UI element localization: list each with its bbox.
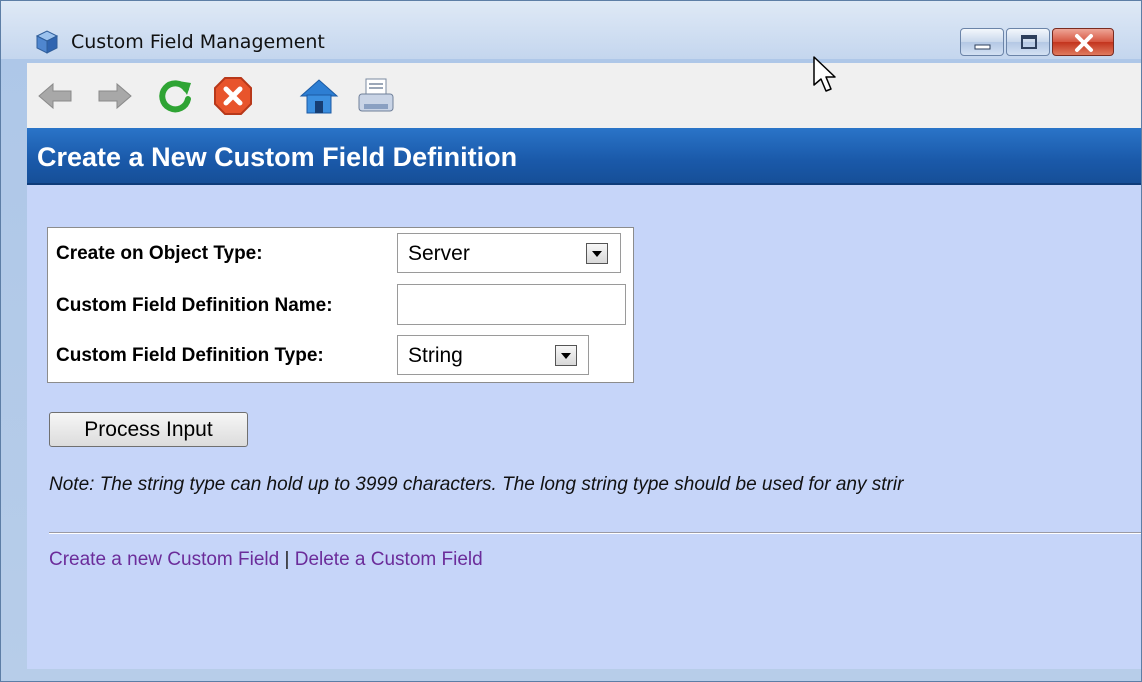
refresh-icon[interactable] — [154, 75, 196, 117]
definition-type-select[interactable]: String — [397, 335, 589, 375]
definition-name-input[interactable] — [397, 284, 626, 325]
object-type-label: Create on Object Type: — [56, 243, 263, 264]
forward-icon[interactable] — [93, 75, 135, 117]
app-cube-icon — [35, 30, 59, 54]
print-icon[interactable] — [355, 75, 397, 117]
custom-field-form: Create on Object Type: Server Custom Fie… — [47, 227, 634, 383]
chevron-down-icon[interactable] — [555, 345, 577, 366]
process-input-button[interactable]: Process Input — [49, 412, 248, 447]
definition-type-value: String — [408, 344, 463, 367]
delete-custom-field-link[interactable]: Delete a Custom Field — [295, 549, 483, 570]
object-type-value: Server — [408, 242, 470, 265]
back-icon[interactable] — [35, 75, 77, 117]
divider — [49, 532, 1141, 534]
page-title: Create a New Custom Field Definition — [37, 142, 518, 172]
close-icon — [1075, 34, 1093, 52]
title-bar[interactable]: Custom Field Management — [1, 1, 1141, 59]
page-content: Create a New Custom Field Definition Cre… — [27, 128, 1141, 669]
mouse-cursor-icon — [813, 56, 836, 92]
definition-type-label: Custom Field Definition Type: — [56, 345, 324, 366]
create-custom-field-link[interactable]: Create a new Custom Field — [49, 549, 279, 570]
stop-icon[interactable] — [212, 75, 254, 117]
page-header: Create a New Custom Field Definition — [27, 128, 1141, 185]
chevron-down-icon[interactable] — [586, 243, 608, 264]
object-type-select[interactable]: Server — [397, 233, 621, 273]
home-icon[interactable] — [298, 75, 340, 117]
window-title: Custom Field Management — [71, 31, 325, 53]
minimize-icon — [974, 44, 991, 50]
definition-name-label: Custom Field Definition Name: — [56, 295, 333, 316]
app-window: Custom Field Management Create a New Cus… — [0, 0, 1142, 682]
toolbar — [27, 63, 1141, 128]
maximize-button[interactable] — [1006, 28, 1050, 56]
minimize-button[interactable] — [960, 28, 1004, 56]
link-separator: | — [284, 549, 290, 570]
maximize-icon — [1021, 35, 1037, 49]
close-button[interactable] — [1052, 28, 1114, 56]
footer-links: Create a new Custom Field | Delete a Cus… — [49, 549, 483, 571]
string-type-note: Note: The string type can hold up to 399… — [49, 474, 904, 495]
